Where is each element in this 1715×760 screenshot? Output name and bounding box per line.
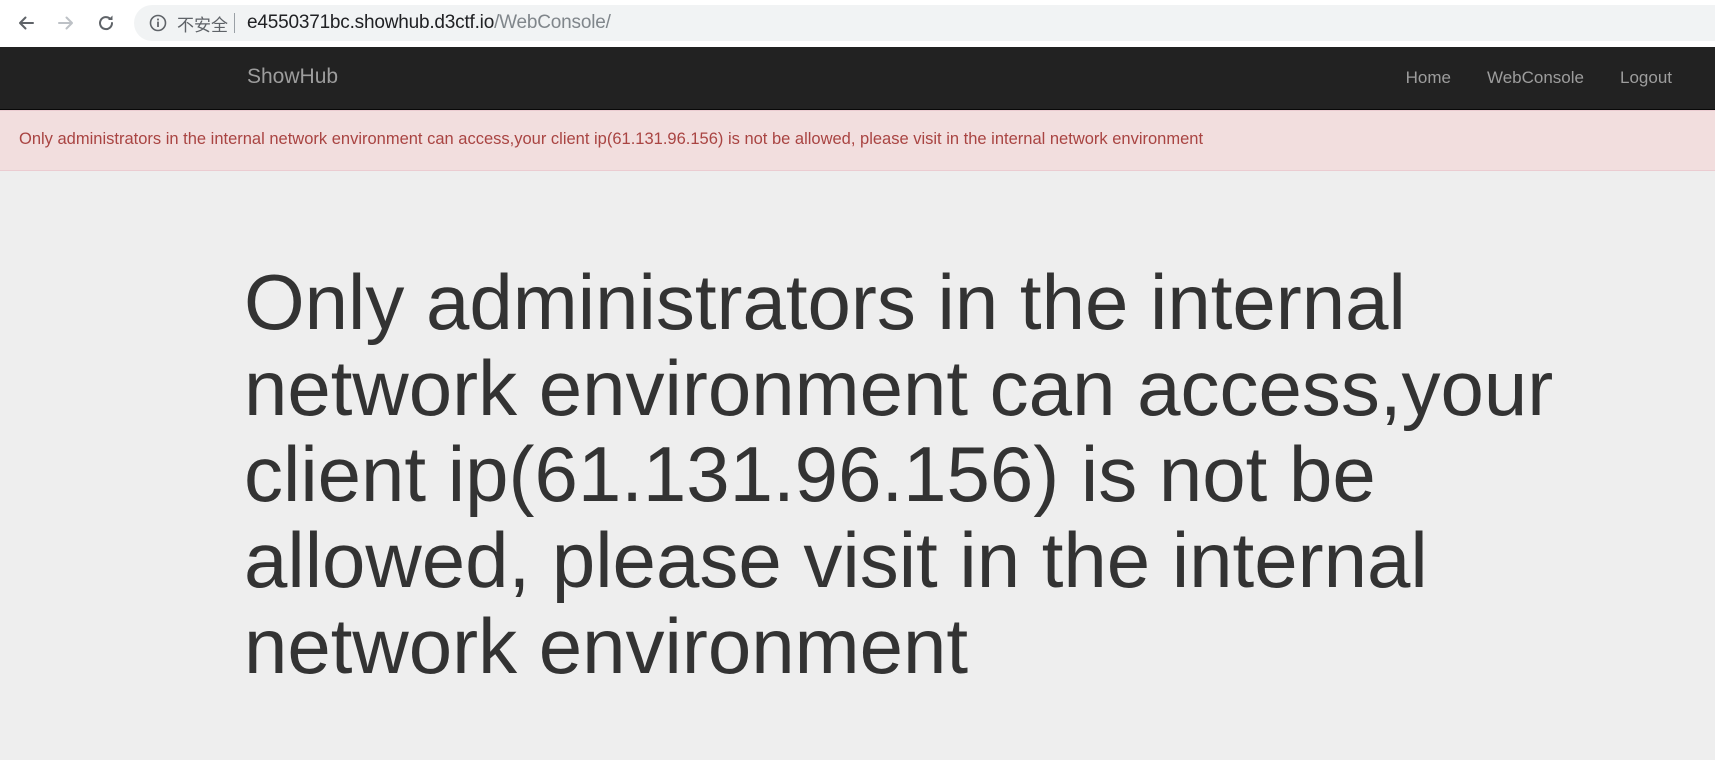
url-separator: [234, 13, 235, 33]
nav-link-webconsole[interactable]: WebConsole: [1469, 47, 1602, 110]
reload-icon: [96, 13, 116, 33]
browser-toolbar: 不安全 e4550371bc.showhub.d3ctf.io/WebConso…: [0, 0, 1715, 47]
page-heading: Only administrators in the internal netw…: [244, 258, 1554, 690]
access-denied-alert: Only administrators in the internal netw…: [0, 110, 1715, 171]
address-bar[interactable]: 不安全 e4550371bc.showhub.d3ctf.io/WebConso…: [134, 5, 1715, 41]
back-button[interactable]: [11, 8, 41, 38]
arrow-left-icon: [16, 13, 36, 33]
url-text[interactable]: e4550371bc.showhub.d3ctf.io/WebConsole/: [247, 12, 611, 34]
url-host: e4550371bc.showhub.d3ctf.io: [247, 12, 495, 33]
nav-link-home[interactable]: Home: [1388, 47, 1469, 110]
reload-button[interactable]: [91, 8, 121, 38]
brand-link[interactable]: ShowHub: [247, 65, 338, 89]
nav-link-logout[interactable]: Logout: [1602, 47, 1715, 110]
info-icon[interactable]: [148, 13, 168, 33]
nav-links: Home WebConsole Logout: [1388, 47, 1715, 110]
security-label[interactable]: 不安全: [177, 11, 228, 36]
forward-button[interactable]: [51, 8, 81, 38]
site-navbar: ShowHub Home WebConsole Logout: [0, 47, 1715, 110]
jumbotron: Only administrators in the internal netw…: [0, 171, 1715, 760]
arrow-right-icon: [56, 13, 76, 33]
url-path: /WebConsole/: [494, 12, 611, 33]
